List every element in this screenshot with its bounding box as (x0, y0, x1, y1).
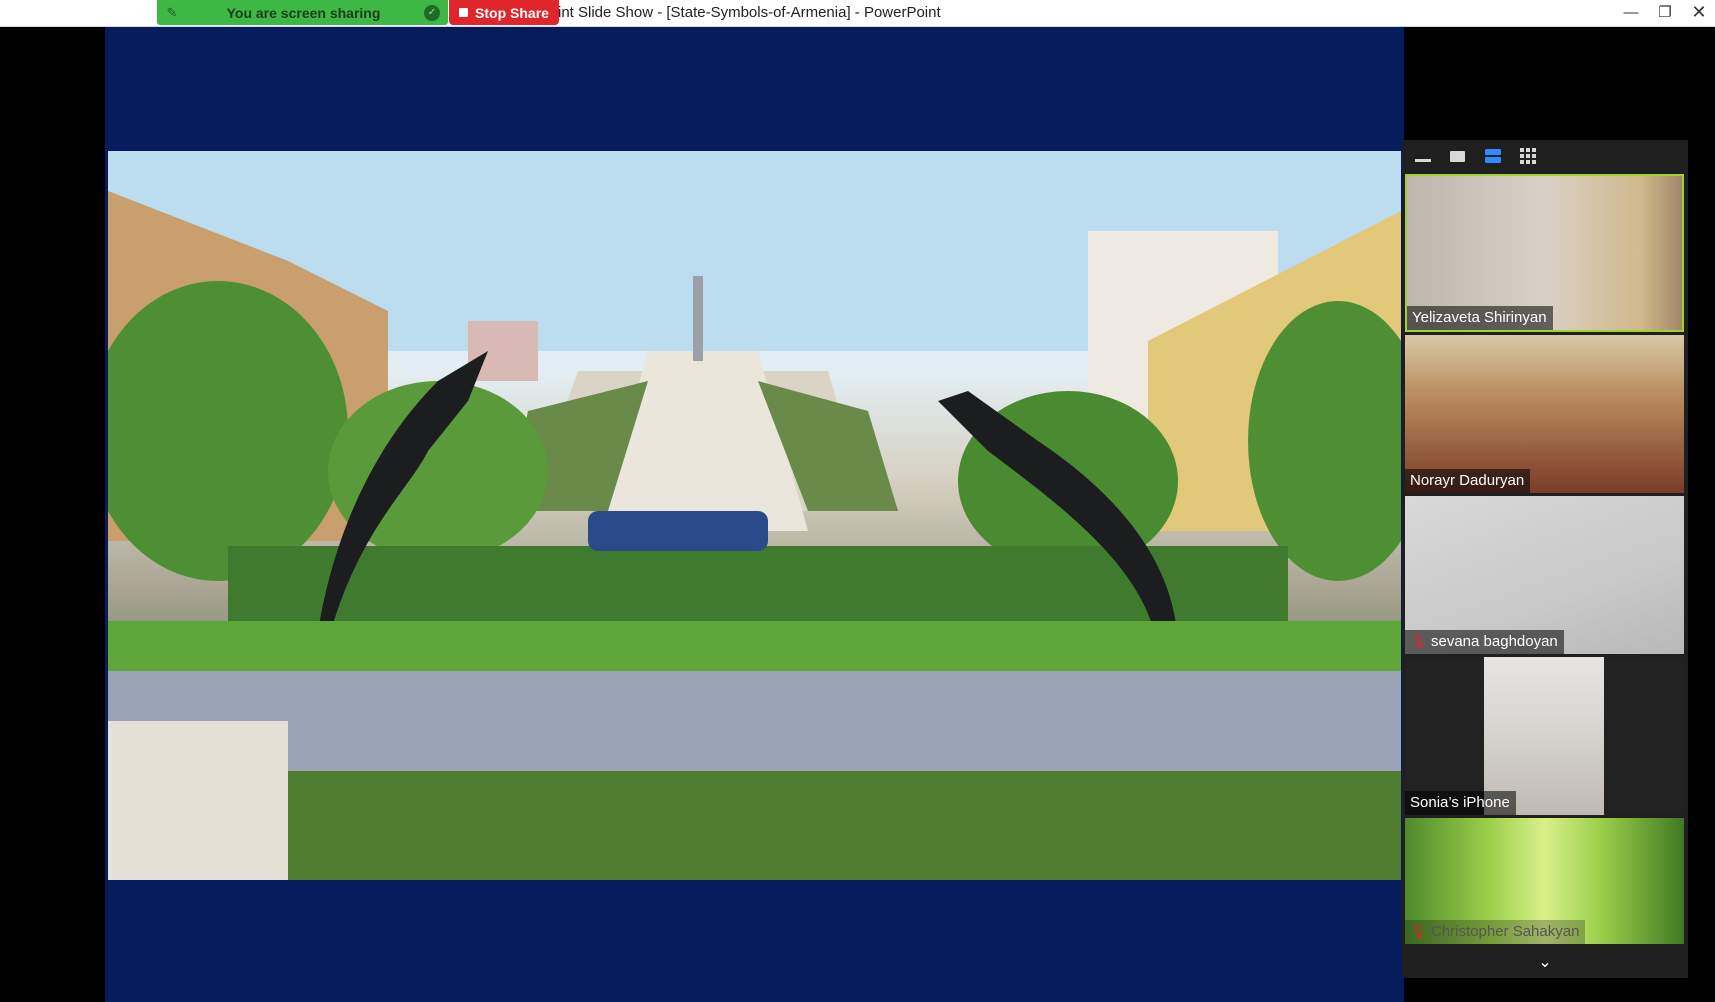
minimize-icon[interactable] (1410, 145, 1435, 167)
stop-share-button[interactable]: Stop Share (449, 0, 559, 25)
window-title: int Slide Show - [State-Symbols-of-Armen… (558, 4, 941, 21)
participant-name: Yelizaveta Shirinyan (1407, 306, 1553, 330)
participant-name: Sonia’s iPhone (1405, 791, 1516, 815)
single-video-icon[interactable] (1445, 145, 1470, 167)
stop-share-label: Stop Share (475, 4, 549, 21)
participant-tile[interactable]: Norayr Daduryan (1405, 335, 1684, 493)
screen-sharing-banner[interactable]: ✎ You are screen sharing ✓ (157, 0, 448, 25)
participant-tile[interactable]: 🎙 sevana baghdoyan (1405, 496, 1684, 654)
participants-video-panel: Yelizaveta Shirinyan Norayr Daduryan 🎙 s… (1402, 140, 1688, 978)
cascade-photo-illustration (108, 151, 1401, 880)
speaker-view-icon[interactable] (1480, 145, 1505, 167)
participant-tile[interactable]: Yelizaveta Shirinyan (1405, 174, 1684, 332)
close-window-button[interactable]: ✕ (1682, 0, 1715, 24)
pin-icon[interactable]: ✎ (161, 5, 183, 21)
stop-square-icon (459, 8, 469, 17)
minimize-window-button[interactable]: — (1614, 0, 1648, 24)
microphone-muted-icon: 🎙 (1410, 634, 1427, 649)
restore-window-button[interactable]: ❐ (1648, 0, 1682, 24)
presentation-slide (105, 27, 1404, 1002)
shield-check-icon: ✓ (424, 4, 440, 21)
gallery-view-icon[interactable] (1515, 145, 1540, 167)
microphone-muted-icon: 🎙 (1410, 924, 1427, 939)
video-view-toolbar (1402, 140, 1688, 172)
chevron-down-icon[interactable]: ⌄ (1535, 952, 1555, 972)
participant-name: 🎙 Christopher Sahakyan (1405, 920, 1586, 944)
slide-photo (108, 151, 1401, 880)
participant-tile[interactable]: Sonia’s iPhone (1405, 657, 1684, 815)
participant-name: 🎙 sevana baghdoyan (1405, 630, 1564, 654)
participant-tile[interactable]: 🎙 Christopher Sahakyan (1405, 818, 1684, 944)
screen-sharing-status: You are screen sharing (226, 4, 381, 21)
participant-name: Norayr Daduryan (1405, 469, 1531, 493)
